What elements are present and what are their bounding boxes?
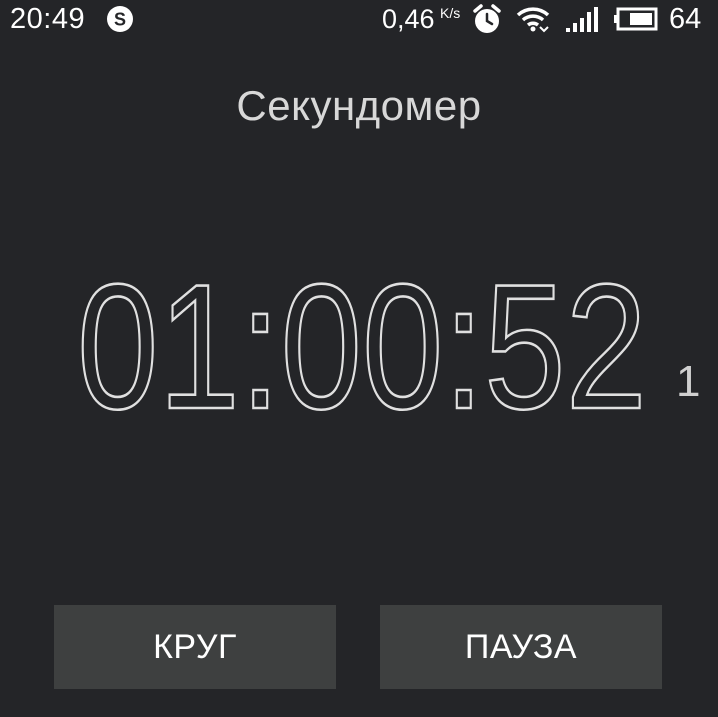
page-title: Секундомер (236, 82, 482, 129)
battery-percent: 64 (669, 3, 702, 35)
skype-icon: S (107, 6, 133, 32)
svg-text:S: S (114, 10, 126, 30)
stopwatch-screen: 20:49 S 0,46 K/s 64 Секундомер 01:00:52 … (0, 0, 718, 717)
alarm-clock-icon (473, 4, 501, 33)
signal-icon (566, 7, 598, 32)
hundredths-digit: 1 (676, 360, 701, 406)
lap-button[interactable]: КРУГ (54, 605, 336, 689)
status-bar: 20:49 S 0,46 K/s 64 (0, 0, 718, 38)
pause-button[interactable]: ПАУЗА (380, 605, 662, 689)
wifi-icon (516, 7, 550, 33)
status-time: 20:49 (10, 3, 86, 35)
battery-icon (614, 7, 658, 31)
stopwatch-hundredths: 1 (676, 360, 706, 450)
net-speed: 0,46 (382, 4, 435, 34)
net-speed-unit: K/s (440, 5, 461, 21)
stopwatch-display: 01:00:52 (72, 246, 652, 448)
stopwatch-time-text: 01:00:52 (77, 262, 647, 432)
